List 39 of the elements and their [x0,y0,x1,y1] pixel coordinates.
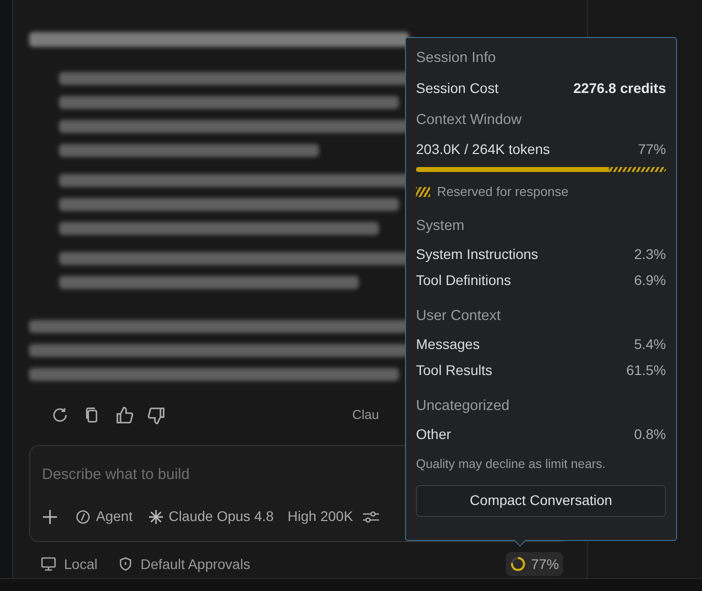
plus-icon[interactable] [42,508,58,524]
category-percent: 2.3% [634,244,666,264]
sliders-icon[interactable] [363,510,380,524]
category-label: System Instructions [416,244,538,264]
section-heading: Session Info [416,49,497,68]
compact-conversation-button[interactable]: Compact Conversation [416,484,666,516]
category-label: Other [416,424,452,444]
category-percent: 5.4% [634,334,666,354]
thumbs-down-icon[interactable] [147,406,166,424]
category-percent: 0.8% [634,424,666,444]
monitor-icon [41,557,56,571]
location-button[interactable]: Local [41,554,98,574]
retry-icon[interactable] [51,406,69,424]
category-percent: 61.5% [626,360,666,380]
cost-label: Session Cost [416,79,498,98]
model-button[interactable]: Claude Opus 4.8 [148,506,274,527]
token-count: 203.0K / 264K tokens [416,140,550,159]
category-label: Messages [416,334,480,354]
section-heading: Uncategorized [416,396,510,416]
section-heading: User Context [416,306,502,326]
section-heading: Context Window [416,111,523,130]
sparkle-icon [148,510,163,524]
usage-ring-icon [510,556,526,572]
section-heading: System [416,216,466,236]
category-percent: 6.9% [634,270,666,290]
category-label: Tool Results [416,360,492,380]
effort-button[interactable]: High 200K [288,506,354,527]
model-label: Clau [352,406,379,424]
legend-label: Reserved for response [437,183,569,201]
usage-percent: 77% [638,140,666,159]
mode-button[interactable]: Agent [76,506,133,527]
code-icon [76,510,90,524]
context-usage-button[interactable]: 77% [506,552,563,576]
approvals-button[interactable]: Default Approvals [119,554,250,574]
hatch-legend-icon [416,186,430,197]
thumbs-up-icon[interactable] [115,406,134,424]
cost-value: 2276.8 credits [573,79,666,98]
category-label: Tool Definitions [416,270,511,290]
shield-icon [119,557,132,571]
